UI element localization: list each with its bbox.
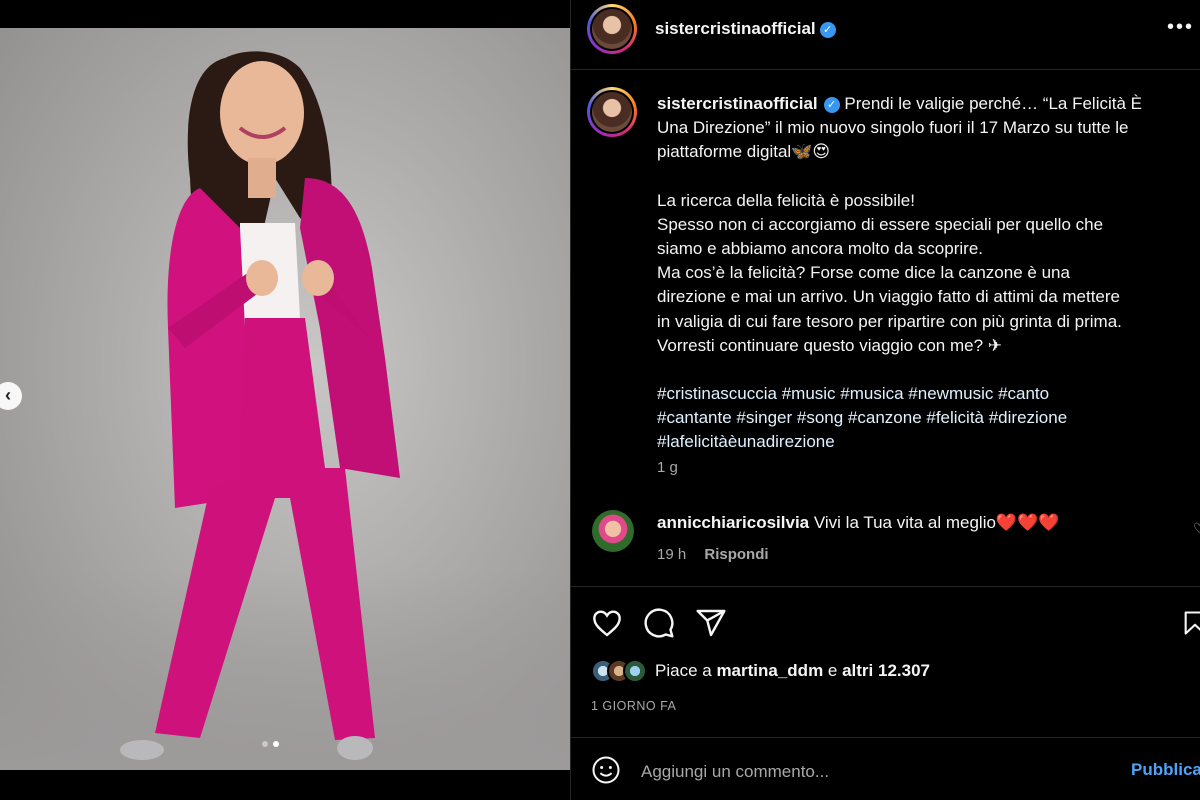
- verified-badge-icon: ✓: [823, 97, 840, 113]
- liker-username[interactable]: martina_ddm: [716, 661, 823, 680]
- caption-section: sistercristinaofficial ✓ Prendi le valigi…: [571, 70, 1200, 586]
- carousel-dot-active: [273, 741, 279, 747]
- share-icon[interactable]: [695, 607, 727, 639]
- comment-like-heart-icon[interactable]: ♡: [1193, 520, 1200, 537]
- caption-text: sistercristinaofficial ✓ Prendi le valigi…: [657, 92, 1197, 455]
- woman-in-pink-suit-image: [120, 51, 400, 760]
- comment-time[interactable]: 19 h: [657, 546, 686, 563]
- chevron-left-icon: ‹: [5, 385, 11, 405]
- hashtags[interactable]: #cristinascuccia #music #musica #newmusi…: [657, 382, 1197, 406]
- verified-badge-icon: ✓: [819, 22, 836, 38]
- comment-input[interactable]: [641, 756, 1111, 788]
- reply-button[interactable]: Rispondi: [704, 546, 768, 563]
- post-photo[interactable]: [0, 28, 570, 770]
- commenter-avatar[interactable]: [592, 510, 634, 552]
- likes-count[interactable]: altri 12.307: [842, 661, 930, 680]
- post-actions: Piace a martina_ddm e altri 12.307 1 GIO…: [571, 586, 1200, 800]
- caption-username[interactable]: sistercristinaofficial: [657, 94, 818, 113]
- more-options-icon[interactable]: •••: [1167, 16, 1194, 39]
- post-media: ‹: [0, 0, 570, 800]
- likes-summary: Piace a martina_ddm e altri 12.307: [591, 659, 930, 683]
- heart-icon[interactable]: [591, 607, 623, 639]
- post-side-panel: sistercristinaofficial ✓ ••• sistercristi…: [571, 0, 1200, 800]
- post-date[interactable]: 1 GIORNO FA: [591, 699, 676, 713]
- caption-author-avatar[interactable]: [587, 87, 637, 137]
- emoji-icon[interactable]: [591, 755, 621, 785]
- comment-icon[interactable]: [643, 607, 675, 639]
- add-comment-bar: Pubblica: [571, 737, 1200, 800]
- carousel-indicator: [262, 741, 279, 747]
- author-username[interactable]: sistercristinaofficial ✓: [655, 19, 836, 39]
- carousel-dot: [262, 741, 268, 747]
- caption-time[interactable]: 1 g: [657, 459, 678, 476]
- commenter-username[interactable]: annicchiaricosilvia: [657, 513, 809, 532]
- bookmark-icon[interactable]: [1181, 607, 1200, 639]
- comment-text: Vivi la Tua vita al meglio❤️❤️❤️: [813, 513, 1060, 532]
- hashtags[interactable]: #cantante #singer #song #canzone #felici…: [657, 406, 1197, 430]
- post-header: sistercristinaofficial ✓ •••: [571, 0, 1200, 70]
- author-avatar[interactable]: [587, 4, 637, 54]
- likers-avatars[interactable]: [591, 659, 647, 683]
- publish-button[interactable]: Pubblica: [1131, 760, 1200, 780]
- hashtags[interactable]: #lafelicitàèunadirezione: [657, 430, 1197, 454]
